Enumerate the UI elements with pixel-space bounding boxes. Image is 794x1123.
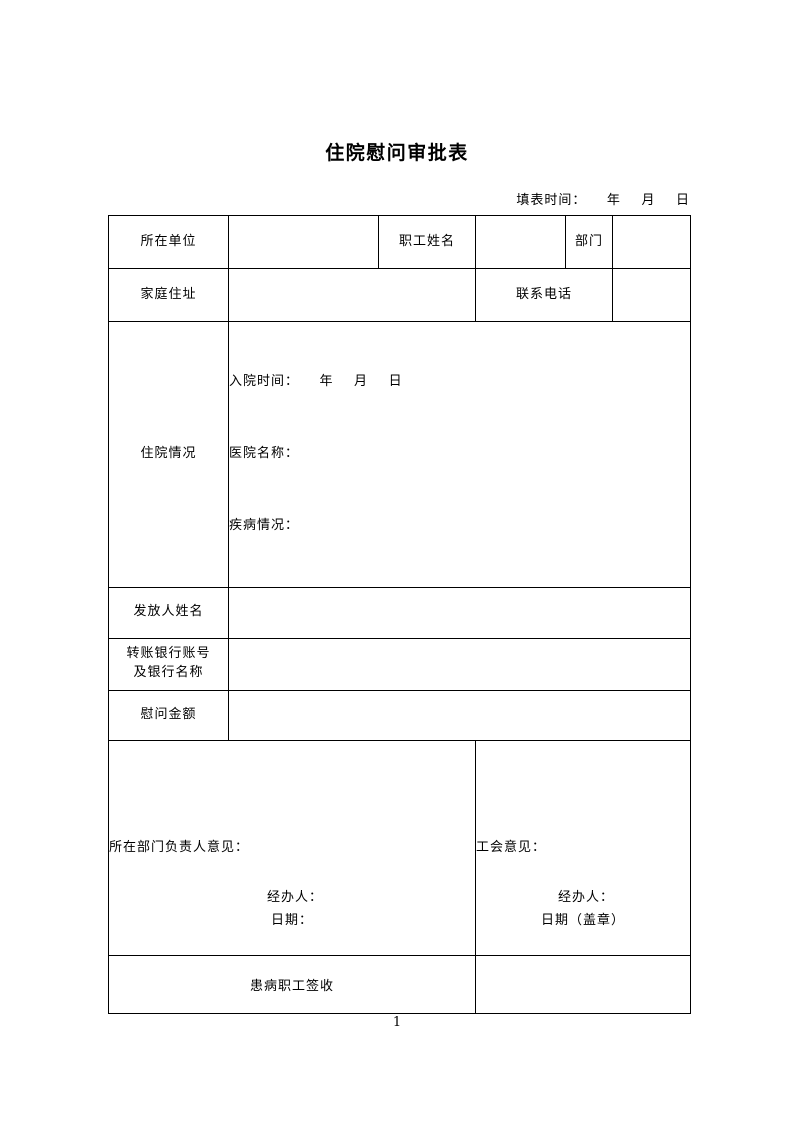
field-union-opinion[interactable]: 工会意见： 经办人： 日期（盖章） [475,739,691,956]
label-department: 部门 [565,215,613,269]
field-hospitalization-details[interactable]: 入院时间： 年 月 日 医院名称： 疾病情况： [228,321,691,588]
field-bank-account[interactable] [228,637,691,691]
table-row-address: 家庭住址 联系电话 [108,268,691,322]
label-department-handler: 经办人： [266,890,323,906]
field-condolence-amount[interactable] [228,689,691,741]
label-department-opinion: 所在部门负责人意见： [109,839,250,855]
field-department[interactable] [612,215,691,269]
label-bank-account-line2: 及银行名称 [133,665,204,681]
label-home-address: 家庭住址 [108,268,229,322]
department-opinion-signature-block: 经办人： 日期： [109,887,475,933]
table-row-amount: 慰问金额 [108,689,691,741]
fill-date-line: 填表时间： 年 月 日 [516,193,690,208]
hospitalization-hospital-name: 医院名称： [229,446,300,462]
label-employee-name: 职工姓名 [378,215,476,269]
approval-form-table: 所在单位 职工姓名 部门 家庭住址 联系电话 住院情况 入院时间： 年 月 日 [108,215,691,1014]
field-payee-name[interactable] [228,586,691,639]
label-employee-receipt: 患病职工签收 [108,954,476,1014]
page-title: 住院慰问审批表 [325,142,469,164]
label-contact-phone: 联系电话 [475,268,613,322]
hospitalization-admit-date: 入院时间： 年 月 日 [229,374,403,390]
table-row-payee: 发放人姓名 [108,586,691,639]
field-employee-receipt[interactable] [475,954,691,1014]
label-condolence-amount: 慰问金额 [108,689,229,741]
field-department-opinion[interactable]: 所在部门负责人意见： 经办人： 日期： [108,739,476,956]
table-row-opinions: 所在部门负责人意见： 经办人： 日期： 工会意见： 经办人： 日期（盖章） [108,739,691,956]
label-union-opinion: 工会意见： [476,839,547,855]
label-union-date: 日期（盖章） [540,912,625,928]
label-union-handler: 经办人： [557,890,614,906]
field-contact-phone[interactable] [612,268,691,322]
hospitalization-illness: 疾病情况： [229,518,300,534]
label-bank-account-line1: 转账银行账号 [126,646,211,662]
field-employee-name[interactable] [475,215,566,269]
table-row-hospitalization: 住院情况 入院时间： 年 月 日 医院名称： 疾病情况： [108,321,691,588]
label-payee-name: 发放人姓名 [108,586,229,639]
label-hospitalization: 住院情况 [108,321,229,588]
label-department-date: 日期： [270,912,313,928]
field-work-unit[interactable] [228,215,379,269]
field-home-address[interactable] [228,268,476,322]
table-row-unit: 所在单位 职工姓名 部门 [108,215,691,269]
union-opinion-signature-block: 经办人： 日期（盖章） [476,887,690,933]
table-row-bank: 转账银行账号 及银行名称 [108,637,691,691]
label-work-unit: 所在单位 [108,215,229,269]
table-row-employee-receipt: 患病职工签收 [108,954,691,1014]
document-page: 住院慰问审批表 填表时间： 年 月 日 所在单位 职工姓名 部门 家庭住址 联系… [0,0,794,1123]
label-bank-account: 转账银行账号 及银行名称 [108,637,229,691]
page-number: 1 [392,1015,402,1030]
